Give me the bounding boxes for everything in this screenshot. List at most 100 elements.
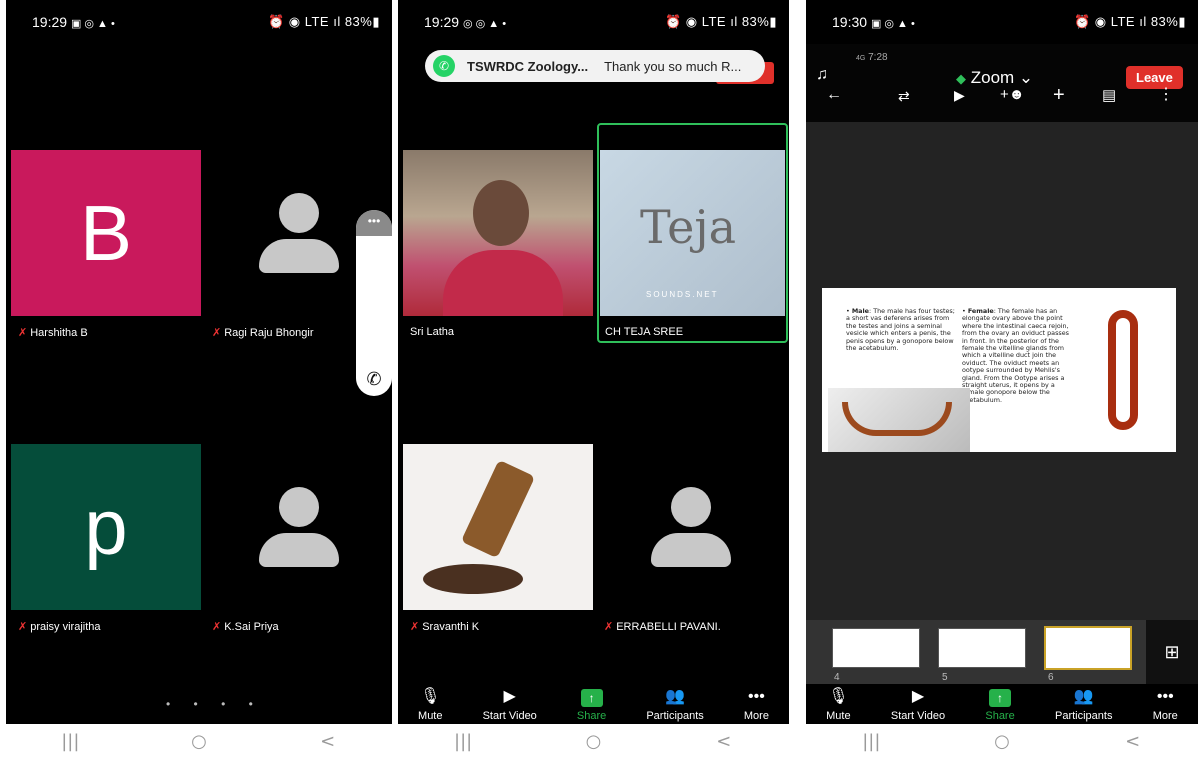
muted-mic-icon: ✗ [18,327,28,339]
avatar-placeholder-icon[interactable] [259,487,339,567]
start-video-button[interactable]: ▶ Start Video [891,687,945,722]
status-icons: ▣ ◎ ▲ • [70,18,115,30]
more-button[interactable]: ••• More [744,687,769,722]
slide-thumbnail[interactable] [938,628,1026,668]
female-fluke-image [1084,300,1164,440]
muted-mic-icon: ✗ [18,621,28,633]
microphone-icon: 🎙 [420,688,441,705]
participant-tile-harshitha[interactable]: B [11,150,201,316]
android-nav-bar: ||| ○ < [806,724,1198,758]
participant-name: ✗ K.Sai Priya [212,621,279,633]
more-icon: ••• [1156,688,1174,705]
logo-subtext: SOUNDS.NET [646,290,719,299]
participants-icon: 👥 [1073,688,1094,705]
participant-name: Sri Latha [410,326,455,338]
shield-icon: ◆ [956,71,966,86]
status-right: ⏰ ◉ LTE ıl 83%▮ [267,14,380,29]
female-text: • Female: The female has an elongate ova… [962,307,1069,404]
leave-button[interactable]: Leave [1126,66,1183,89]
headphone-icon[interactable]: ♫ [816,66,828,84]
screenshot-share-view: 19:30 ▣ ◎ ▲ • ⏰ ◉ LTE ıl 83%▮ 4G 7:28 ♫ … [806,0,1198,758]
fluke-body-shape [842,402,952,436]
status-bar: 19:29 ▣ ◎ ▲ • ⏰ ◉ LTE ıl 83%▮ [6,0,392,44]
slide-thumbnail-strip: 4 5 6 ⊞ [806,620,1198,684]
video-off-icon[interactable]: ⇄ [898,88,910,105]
avatar-placeholder-icon[interactable] [651,487,731,567]
more-button[interactable]: ••• More [1153,687,1178,722]
whatsapp-notification[interactable]: ✆ TSWRDC Zoology... Thank you so much R.… [425,50,765,82]
participant-name: ✗ praisy virajitha [18,621,101,633]
back-icon[interactable]: < [694,731,754,752]
participant-name: ✗ Ragi Raju Bhongir [212,327,314,339]
video-tile-sravanthi[interactable] [403,444,593,610]
start-video-button[interactable]: ▶ Start Video [483,687,537,722]
meeting-toolbar: 🎙 Mute ▶ Start Video ↑ Share 👥 Participants … [806,682,1198,726]
recent-apps-icon[interactable]: ||| [40,731,100,752]
status-bar: 19:29 ◎ ◎ ▲ • ⏰ ◉ LTE ıl 83%▮ [398,0,789,44]
home-icon[interactable]: ○ [972,731,1032,752]
mute-button[interactable]: 🎙 Mute [826,687,850,722]
android-nav-bar: ||| ○ < [398,724,789,758]
video-tile-sri-latha[interactable] [403,150,593,316]
more-icon: ••• [748,688,765,705]
share-button[interactable]: ↑ Share [985,689,1015,722]
home-icon[interactable]: ○ [563,731,623,752]
back-icon[interactable]: < [298,731,358,752]
floating-call-panel[interactable]: ••• ✆ [356,210,392,396]
video-off-icon: ▶ [503,688,516,705]
new-whiteboard-icon[interactable]: ⊞ [1146,620,1198,684]
recent-apps-icon[interactable]: ||| [433,731,493,752]
more-options-icon[interactable]: ••• [356,210,392,236]
status-bar: 19:30 ▣ ◎ ▲ • ⏰ ◉ LTE ıl 83%▮ [806,0,1198,44]
male-fluke-image [828,388,970,452]
microphone-icon: 🎙 [828,688,849,705]
zoom-top-bar: 4G 7:28 ♫ ◆ Zoom ⌄ Leave ← ⇄ ▶ +☻ + ▤ ⋮ [806,44,1198,122]
slide-thumbnail-selected[interactable] [1044,626,1132,670]
page-indicator[interactable]: • • • • [166,697,263,711]
fluke-body-shape [1108,310,1138,430]
avatar-initial: B [79,188,133,277]
home-icon[interactable]: ○ [169,731,229,752]
play-icon[interactable]: ▶ [954,87,965,104]
participants-button[interactable]: 👥 Participants [1055,687,1112,722]
zoom-title[interactable]: ◆ Zoom ⌄ [956,68,1033,88]
muted-mic-icon: ✗ [212,621,222,633]
participant-tile-praisy[interactable]: p [11,444,201,610]
mute-button[interactable]: 🎙 Mute [418,687,442,722]
status-time: 19:29 [32,14,68,30]
screenshot-gallery-1: 19:29 ▣ ◎ ▲ • ⏰ ◉ LTE ıl 83%▮ B ✗ Harshit… [6,0,392,758]
share-arrow-icon: ↑ [580,689,603,707]
muted-mic-icon: ✗ [212,327,222,339]
overflow-menu-icon[interactable]: ⋮ [1158,84,1174,104]
screenshot-gallery-2: 19:29 ◎ ◎ ▲ • ⏰ ◉ LTE ıl 83%▮ ✆ TSWRDC Z… [398,0,789,758]
participant-name: CH TEJA SREE [605,326,684,338]
avatar-placeholder-icon[interactable] [259,193,339,273]
status-time: 19:30 [832,14,868,30]
muted-mic-icon: ✗ [410,621,420,633]
whatsapp-icon: ✆ [433,55,455,77]
video-tile-teja-sree[interactable]: Teja SOUNDS.NET CH TEJA SREE [597,123,788,343]
participants-button[interactable]: 👥 Participants [646,687,703,722]
participant-name: ✗ Harshitha B [18,327,88,339]
avatar-initial: p [84,482,128,571]
back-icon[interactable]: < [1103,731,1163,752]
phone-icon[interactable]: ✆ [356,369,392,390]
status-right: ⏰ ◉ LTE ıl 83%▮ [1073,14,1186,29]
status-right: ⏰ ◉ LTE ıl 83%▮ [664,14,777,29]
participant-name: ✗ Sravanthi K [410,621,480,633]
share-button[interactable]: ↑ Share [577,689,606,722]
notification-sender: TSWRDC Zoology... [467,58,589,74]
status-icons: ◎ ◎ ▲ • [462,18,507,30]
recent-apps-icon[interactable]: ||| [841,731,901,752]
chat-icon[interactable]: ▤ [1102,86,1116,104]
status-icons: ▣ ◎ ▲ • [870,18,915,30]
meeting-toolbar: 🎙 Mute ▶ Start Video ↑ Share 👥 Participants … [398,682,789,726]
participant-name: ✗ ERRABELLI PAVANI. [604,621,721,633]
add-user-icon[interactable]: +☻ [1000,86,1025,103]
person-body [443,250,563,316]
video-off-icon: ▶ [911,688,925,705]
slide-thumbnail[interactable] [832,628,920,668]
back-arrow-icon[interactable]: ← [826,86,842,104]
plus-icon[interactable]: + [1053,84,1065,107]
muted-mic-icon: ✗ [604,621,614,633]
